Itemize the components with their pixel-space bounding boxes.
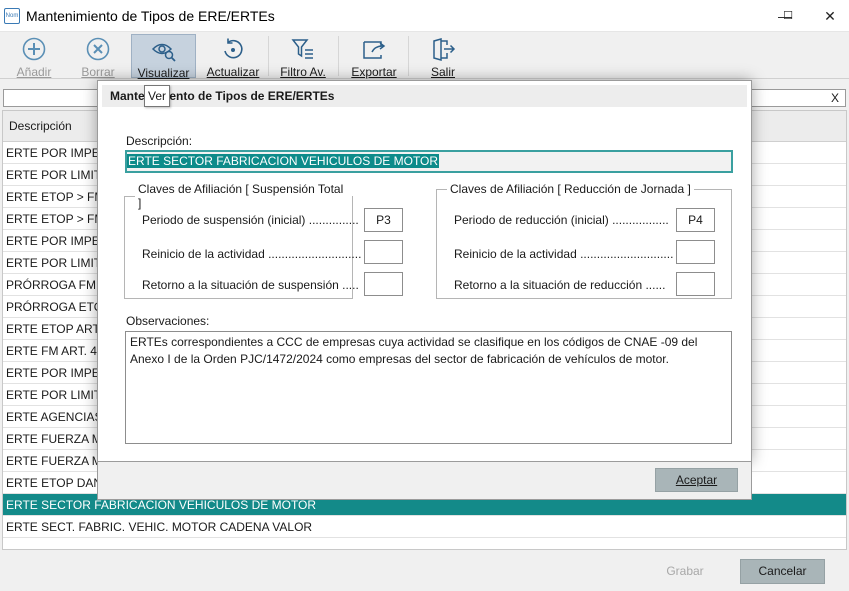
advanced-filter-button-label: Filtro Av. xyxy=(280,65,326,79)
delete-button-label: Borrar xyxy=(81,65,115,79)
view-tooltip: Ver xyxy=(144,85,170,107)
exit-button-label: Salir xyxy=(430,65,455,79)
exit-door-icon xyxy=(433,38,456,61)
dialog-titlebar: Mantenimiento de Tipos de ERE/ERTEs xyxy=(102,85,747,107)
window-title: Mantenimiento de Tipos de ERE/ERTEs xyxy=(26,8,275,24)
suspension-return-field[interactable] xyxy=(364,272,403,296)
add-circle-icon xyxy=(22,37,46,61)
suspension-return-label: Retorno a la situación de suspensión ...… xyxy=(142,278,359,292)
suspension-restart-field[interactable] xyxy=(364,240,403,264)
observations-label: Observaciones: xyxy=(126,314,210,328)
cancel-button[interactable]: Cancelar xyxy=(740,559,825,584)
suspension-initial-field[interactable]: P3 xyxy=(364,208,403,232)
window-titlebar: Nom Mantenimiento de Tipos de ERE/ERTEs … xyxy=(0,0,849,32)
maximize-button[interactable]: ☐ xyxy=(777,6,799,26)
reduction-legend: Claves de Afiliación [ Reducción de Jorn… xyxy=(450,182,691,196)
export-button[interactable]: Exportar xyxy=(346,34,402,79)
save-button[interactable]: Grabar xyxy=(648,559,722,583)
reduction-return-label: Retorno a la situación de reducción ....… xyxy=(454,278,666,292)
export-icon xyxy=(363,41,386,59)
suspension-total-legend: Claves de Afiliación [ Suspensión Total … xyxy=(138,182,344,210)
suspension-restart-label: Reinicio de la actividad ...............… xyxy=(142,247,362,261)
close-window-button[interactable]: ✕ xyxy=(819,6,841,26)
toolbar: Añadir Borrar Visualizar Actualizar Filt… xyxy=(0,32,849,80)
exit-button[interactable]: Salir xyxy=(420,34,466,79)
refresh-icon xyxy=(224,38,243,59)
add-button-label: Añadir xyxy=(16,65,52,79)
observations-textarea[interactable]: ERTEs correspondientes a CCC de empresas… xyxy=(125,331,732,444)
delete-button[interactable]: Borrar xyxy=(72,34,124,79)
table-row[interactable]: ERTE SECT. FABRIC. VEHIC. MOTOR CADENA V… xyxy=(3,516,846,538)
filter-icon xyxy=(291,39,313,59)
add-button[interactable]: Añadir xyxy=(8,34,60,79)
delete-circle-icon xyxy=(86,37,110,61)
reduction-initial-label: Periodo de reducción (inicial) .........… xyxy=(454,213,669,227)
description-label: Descripción: xyxy=(126,134,193,148)
clear-filter-button[interactable]: X xyxy=(831,91,839,105)
view-button-label: Visualizar xyxy=(137,66,190,80)
refresh-button-label: Actualizar xyxy=(206,65,260,79)
detail-dialog: Mantenimiento de Tipos de ERE/ERTEs Desc… xyxy=(97,80,752,462)
toolbar-separator xyxy=(338,36,339,76)
dialog-footer xyxy=(97,462,752,500)
reduction-restart-field[interactable] xyxy=(676,240,715,264)
accept-button[interactable]: Aceptar xyxy=(655,468,738,492)
view-search-icon xyxy=(151,43,176,62)
view-button[interactable]: Visualizar xyxy=(131,34,196,80)
advanced-filter-button[interactable]: Filtro Av. xyxy=(274,34,332,79)
description-input[interactable]: ERTE SECTOR FABRICACION VEHICULOS DE MOT… xyxy=(125,150,733,173)
refresh-button[interactable]: Actualizar xyxy=(204,34,262,79)
app-icon: Nom xyxy=(4,8,20,24)
reduction-initial-field[interactable]: P4 xyxy=(676,208,715,232)
toolbar-separator xyxy=(408,36,409,76)
reduction-return-field[interactable] xyxy=(676,272,715,296)
description-value: ERTE SECTOR FABRICACION VEHICULOS DE MOT… xyxy=(127,154,440,168)
suspension-initial-label: Periodo de suspensión (inicial) ........… xyxy=(142,213,359,227)
export-button-label: Exportar xyxy=(351,65,397,79)
reduction-restart-label: Reinicio de la actividad ...............… xyxy=(454,247,674,261)
toolbar-separator xyxy=(268,36,269,76)
